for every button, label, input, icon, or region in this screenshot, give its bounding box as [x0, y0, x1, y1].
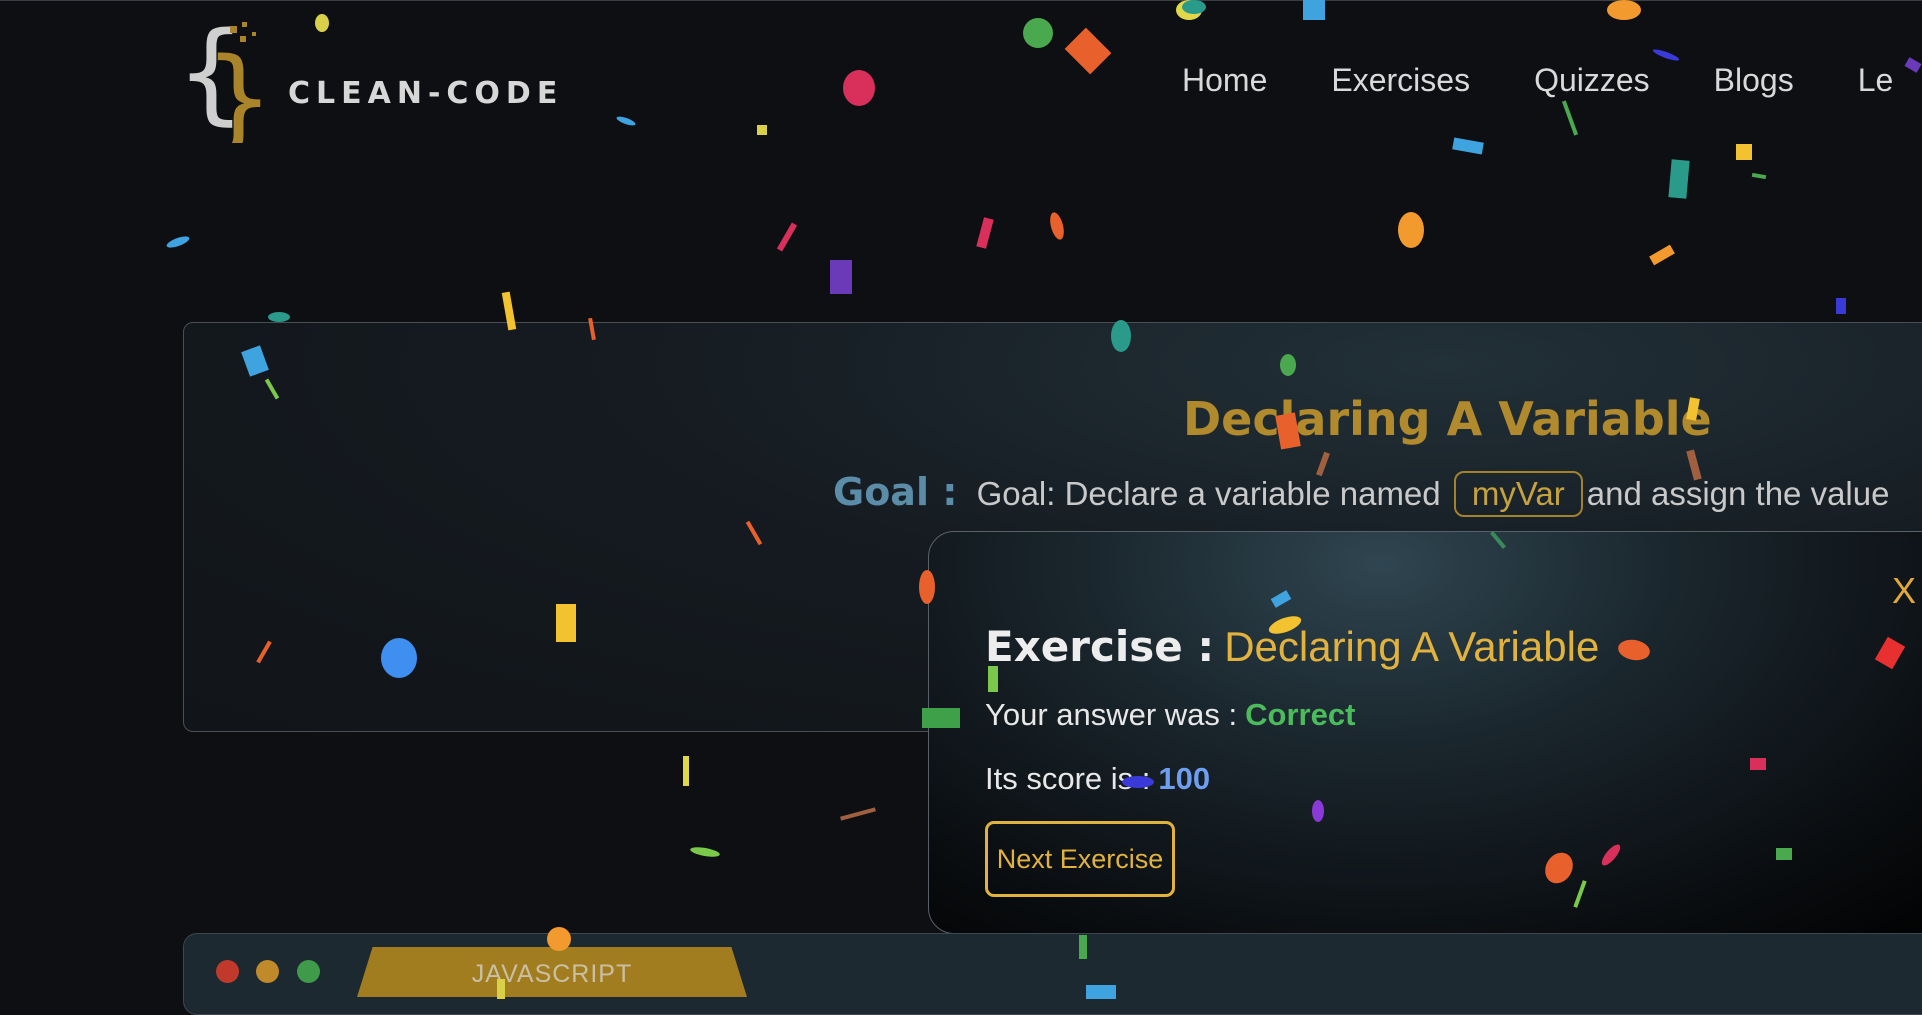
answer-status: Correct	[1245, 697, 1356, 732]
confetti-piece	[757, 125, 767, 135]
confetti-piece	[268, 312, 290, 322]
confetti-piece	[547, 927, 571, 951]
exercise-title: Declaring A Variable	[1183, 392, 1712, 446]
code-chip: myVar	[1453, 471, 1583, 517]
window-minimize-dot	[256, 960, 279, 983]
confetti-piece	[1182, 0, 1206, 14]
nav-learn[interactable]: Le	[1858, 62, 1894, 99]
goal-text: Goal: Declare a variable named	[976, 475, 1441, 512]
confetti-piece	[1561, 100, 1579, 136]
window-maximize-dot	[297, 960, 320, 983]
brand-name: CLEAN-CODE	[288, 76, 564, 111]
confetti-piece	[1303, 0, 1325, 20]
goal-line: Goal : Goal: Declare a variable named my…	[833, 470, 1889, 517]
confetti-piece	[1064, 27, 1112, 75]
confetti-piece	[1079, 935, 1087, 959]
main-nav: Home Exercises Quizzes Blogs Le	[1182, 62, 1922, 99]
confetti-piece	[843, 70, 875, 106]
logo[interactable]: { } CLEAN-CODE	[182, 18, 582, 148]
tab-javascript-label: JAVASCRIPT	[471, 960, 633, 988]
score-value: 100	[1158, 761, 1211, 796]
logo-brace-icon: { }	[182, 18, 272, 143]
confetti-piece	[1086, 985, 1116, 999]
confetti-piece	[1836, 298, 1846, 314]
confetti-piece	[381, 638, 417, 678]
confetti-piece	[689, 845, 721, 859]
confetti-piece	[1751, 172, 1767, 180]
confetti-piece	[919, 570, 935, 604]
goal-text-rest: and assign the value	[1586, 475, 1890, 512]
next-exercise-button[interactable]: Next Exercise	[985, 821, 1175, 897]
confetti-piece	[1122, 776, 1154, 788]
confetti-piece	[1651, 47, 1681, 63]
confetti-piece	[988, 666, 998, 692]
goal-label: Goal :	[833, 470, 958, 514]
nav-home[interactable]: Home	[1182, 62, 1267, 99]
score-line: Its score is :100	[985, 761, 1210, 797]
confetti-piece	[315, 14, 329, 32]
window-close-dot	[216, 960, 239, 983]
confetti-piece	[1312, 800, 1324, 822]
confetti-piece	[1047, 210, 1067, 242]
confetti-piece	[976, 217, 994, 249]
confetti-piece	[556, 604, 576, 642]
confetti-piece	[1111, 320, 1131, 352]
nav-blogs[interactable]: Blogs	[1714, 62, 1794, 99]
confetti-piece	[1607, 0, 1641, 20]
confetti-piece	[1649, 244, 1675, 266]
confetti-piece	[497, 979, 505, 999]
close-button[interactable]: X	[1892, 570, 1916, 612]
confetti-piece	[1398, 212, 1424, 248]
confetti-piece	[1736, 144, 1752, 160]
confetti-piece	[1776, 848, 1792, 860]
confetti-piece	[1668, 159, 1690, 199]
svg-text:}: }	[204, 34, 272, 143]
exercise-label: Exercise :	[985, 622, 1215, 671]
confetti-piece	[165, 234, 191, 250]
confetti-piece	[615, 114, 637, 128]
confetti-piece	[830, 260, 852, 294]
confetti-piece	[1750, 758, 1766, 770]
nav-quizzes[interactable]: Quizzes	[1534, 62, 1650, 99]
confetti-piece	[776, 222, 798, 252]
confetti-piece	[922, 708, 960, 728]
confetti-piece	[1023, 18, 1053, 48]
nav-exercises[interactable]: Exercises	[1331, 62, 1470, 99]
confetti-piece	[683, 756, 689, 786]
confetti-piece	[840, 807, 876, 821]
confetti-piece	[1280, 354, 1296, 376]
answer-label: Your answer was :	[985, 697, 1238, 732]
tab-javascript[interactable]: JAVASCRIPT	[357, 947, 747, 997]
answer-line: Your answer was : Correct	[985, 697, 1355, 733]
confetti-piece	[1452, 137, 1484, 155]
